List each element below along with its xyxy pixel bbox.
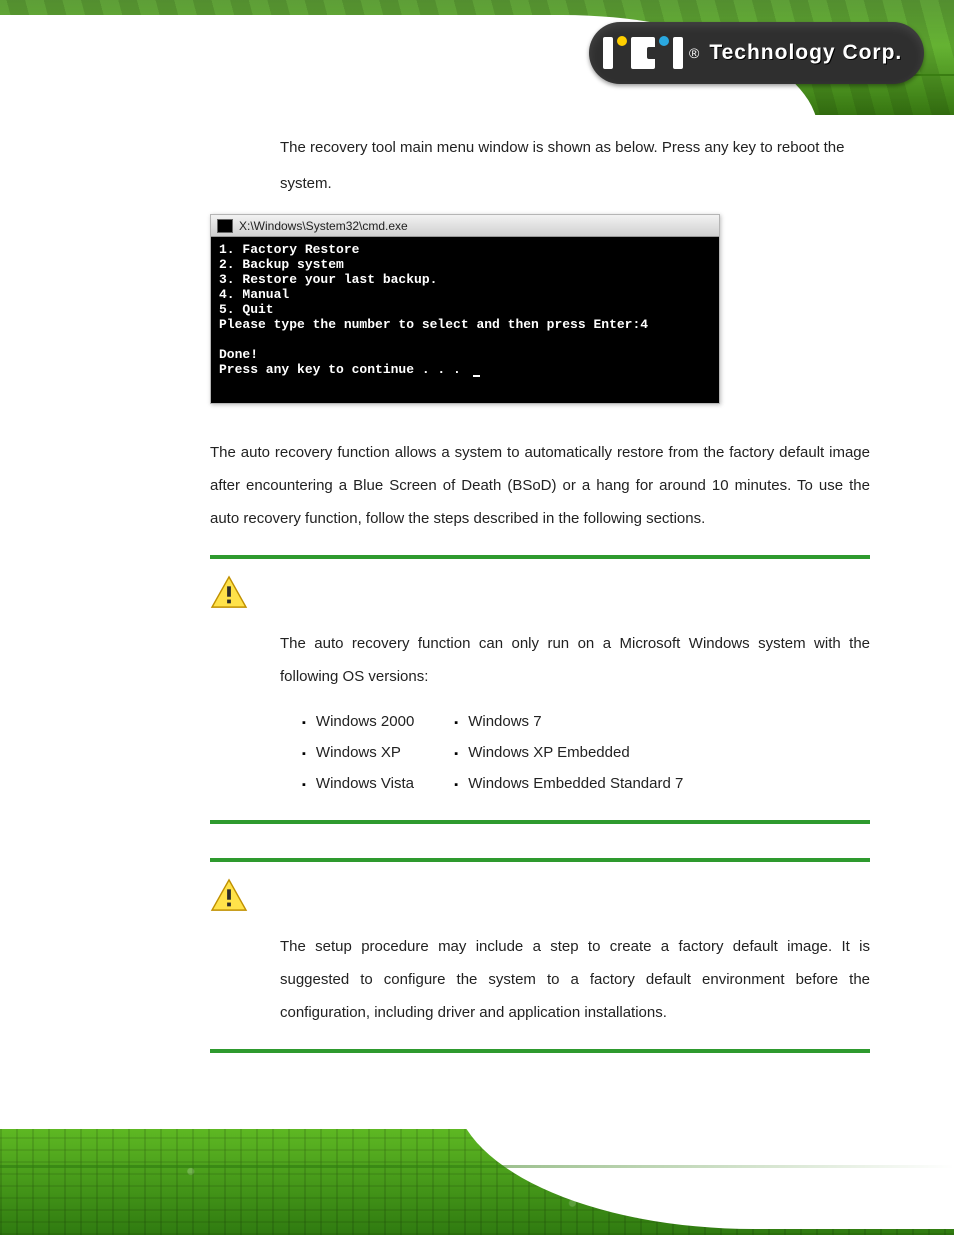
cmd-window: X:\Windows\System32\cmd.exe 1. Factory R… (210, 214, 720, 404)
footer-accent-rail (0, 1165, 954, 1168)
cmd-body: 1. Factory Restore 2. Backup system 3. R… (211, 237, 719, 403)
warning-icon (210, 878, 248, 912)
page-header: ® Technology Corp. (0, 0, 954, 115)
brand-pill: ® Technology Corp. (589, 22, 924, 84)
list-item: Windows Vista (302, 769, 414, 800)
list-item: Windows XP Embedded (454, 738, 683, 769)
registered-mark: ® (689, 45, 699, 61)
brand-name: Technology Corp. (709, 41, 902, 65)
footer-curve (454, 1129, 954, 1229)
warning-1-text: The auto recovery function can only run … (280, 627, 870, 799)
os-col-1: Windows 2000 Windows XP Windows Vista (302, 707, 414, 799)
list-item: Windows 7 (454, 707, 683, 738)
logo-mark (603, 36, 683, 70)
warning-callout-1: The auto recovery function can only run … (210, 555, 870, 823)
os-col-2: Windows 7 Windows XP Embedded Windows Em… (454, 707, 683, 799)
intro-paragraph: The recovery tool main menu window is sh… (210, 130, 870, 202)
page-footer (0, 1129, 954, 1235)
list-item: Windows XP (302, 738, 414, 769)
list-item: Windows Embedded Standard 7 (454, 769, 683, 800)
warning-2-text: The setup procedure may include a step t… (280, 930, 870, 1029)
warning-callout-2: The setup procedure may include a step t… (210, 858, 870, 1053)
warning-icon (210, 575, 248, 609)
os-version-list: Windows 2000 Windows XP Windows Vista Wi… (302, 707, 870, 799)
list-item: Windows 2000 (302, 707, 414, 738)
cmd-title-text: X:\Windows\System32\cmd.exe (239, 219, 408, 233)
cmd-title-bar: X:\Windows\System32\cmd.exe (211, 215, 719, 237)
cmd-icon (217, 219, 233, 233)
cmd-cursor (473, 375, 480, 377)
page-content: The recovery tool main menu window is sh… (210, 130, 870, 1087)
description-paragraph: The auto recovery function allows a syst… (210, 436, 870, 535)
cmd-body-text: 1. Factory Restore 2. Backup system 3. R… (219, 242, 648, 377)
warning-1-body: The auto recovery function can only run … (280, 635, 870, 685)
